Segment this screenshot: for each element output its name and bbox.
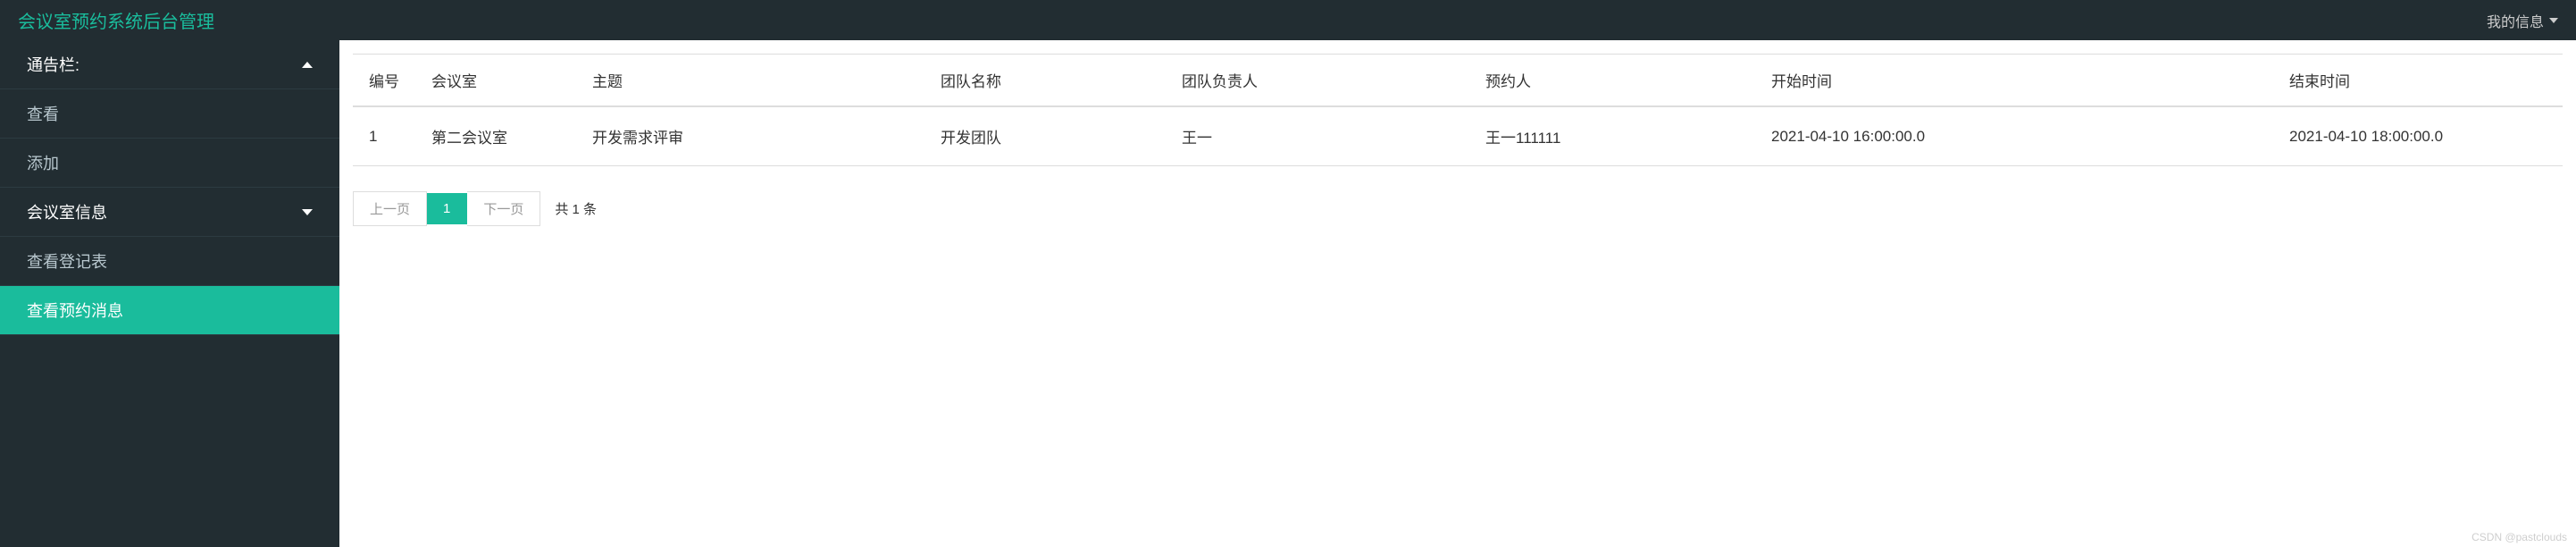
main-content: 编号 会议室 主题 团队名称 团队负责人 预约人 开始时间 结束时间 1 第二会… [339, 40, 2576, 547]
th-id: 编号 [353, 55, 415, 107]
next-page-button[interactable]: 下一页 [467, 191, 540, 226]
booking-table: 编号 会议室 主题 团队名称 团队负责人 预约人 开始时间 结束时间 1 第二会… [353, 54, 2563, 166]
caret-down-icon [302, 209, 313, 215]
caret-down-icon [2549, 18, 2558, 23]
user-menu[interactable]: 我的信息 [2487, 10, 2558, 31]
cell-id: 1 [353, 106, 415, 166]
cell-leader: 王一 [1166, 106, 1469, 166]
th-topic: 主题 [576, 55, 924, 107]
cell-booker: 王一111111 [1469, 106, 1755, 166]
cell-start: 2021-04-10 16:00:00.0 [1755, 106, 2273, 166]
th-team: 团队名称 [924, 55, 1166, 107]
container: 通告栏: 查看 添加 会议室信息 查看登记表 查看预约消息 编号 会议室 主题 … [0, 40, 2576, 547]
table-header-row: 编号 会议室 主题 团队名称 团队负责人 预约人 开始时间 结束时间 [353, 55, 2563, 107]
cell-end: 2021-04-10 18:00:00.0 [2273, 106, 2563, 166]
page-number-button[interactable]: 1 [427, 193, 467, 224]
sidebar-group-notice[interactable]: 通告栏: [0, 40, 339, 89]
sidebar-item-checkin[interactable]: 查看登记表 [0, 237, 339, 286]
th-room: 会议室 [415, 55, 576, 107]
cell-room: 第二会议室 [415, 106, 576, 166]
sidebar-group-label: 通告栏: [27, 53, 79, 76]
page-total-text: 共 1 条 [555, 199, 597, 218]
cell-team: 开发团队 [924, 106, 1166, 166]
sidebar-item-view[interactable]: 查看 [0, 89, 339, 139]
sidebar-item-booking-msg[interactable]: 查看预约消息 [0, 286, 339, 335]
th-start: 开始时间 [1755, 55, 2273, 107]
caret-up-icon [302, 62, 313, 68]
prev-page-button[interactable]: 上一页 [353, 191, 427, 226]
cell-topic: 开发需求评审 [576, 106, 924, 166]
th-end: 结束时间 [2273, 55, 2563, 107]
th-leader: 团队负责人 [1166, 55, 1469, 107]
watermark: CSDN @pastclouds [2471, 531, 2567, 543]
user-menu-label: 我的信息 [2487, 10, 2544, 31]
sidebar: 通告栏: 查看 添加 会议室信息 查看登记表 查看预约消息 [0, 40, 339, 547]
sidebar-group-label: 会议室信息 [27, 200, 107, 223]
th-booker: 预约人 [1469, 55, 1755, 107]
sidebar-item-add[interactable]: 添加 [0, 139, 339, 188]
table-row: 1 第二会议室 开发需求评审 开发团队 王一 王一111111 2021-04-… [353, 106, 2563, 166]
sidebar-group-room-info[interactable]: 会议室信息 [0, 188, 339, 237]
pagination: 上一页 1 下一页 共 1 条 [353, 191, 2563, 226]
top-bar: 会议室预约系统后台管理 我的信息 [0, 0, 2576, 40]
brand-title: 会议室预约系统后台管理 [18, 7, 214, 33]
